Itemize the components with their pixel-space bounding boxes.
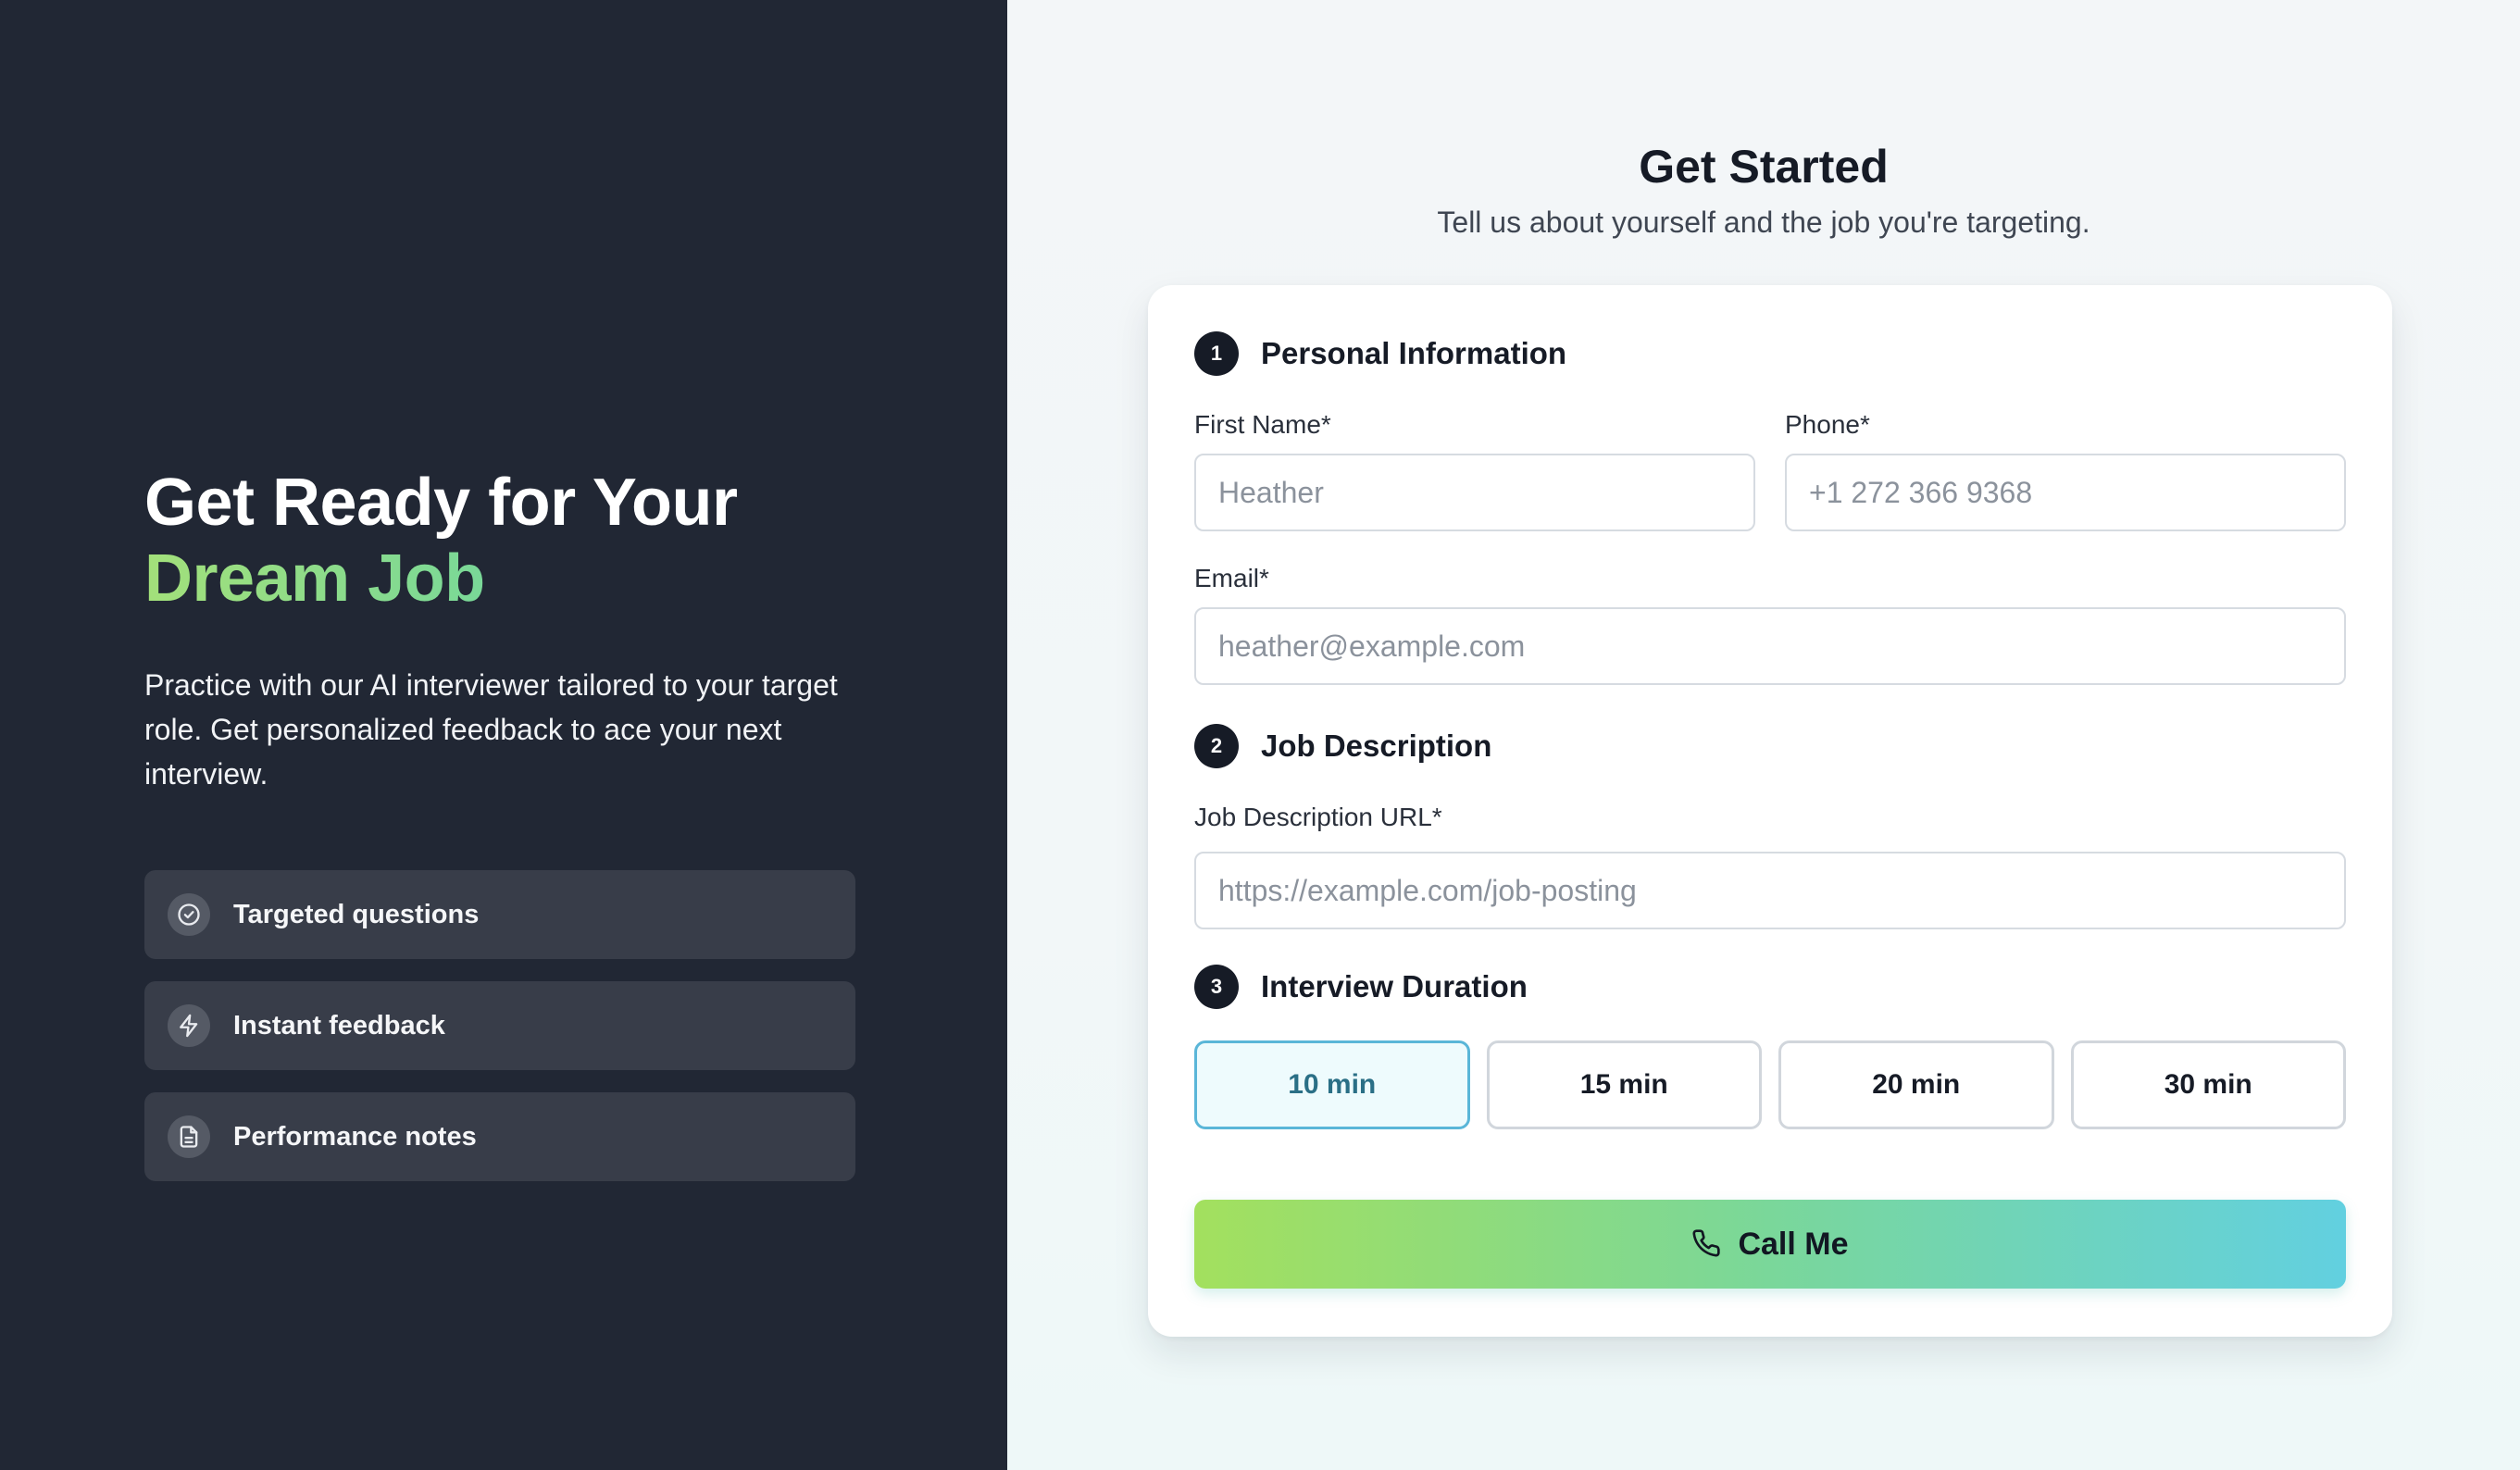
section-title: Interview Duration — [1261, 969, 1528, 1003]
duration-option-15-min[interactable]: 15 min — [1486, 1040, 1762, 1129]
phone-icon — [1691, 1228, 1721, 1261]
hero-title-line1: Get Ready for Your — [144, 466, 738, 540]
section-header: 2 Job Description — [1194, 724, 2346, 768]
form-panel: Get Started Tell us about yourself and t… — [1007, 0, 2520, 1470]
step-number-badge: 3 — [1194, 965, 1239, 1009]
phone-group: Phone* — [1785, 409, 2346, 531]
job-url-group: Job Description URL* — [1194, 802, 2346, 929]
form-subtitle: Tell us about yourself and the job you'r… — [1437, 206, 2090, 239]
section-header: 1 Personal Information — [1194, 331, 2346, 376]
email-input[interactable] — [1194, 607, 2346, 685]
step-number-badge: 1 — [1194, 331, 1239, 376]
signup-form-card: 1 Personal Information First Name* Phone… — [1148, 285, 2392, 1337]
feature-item-instant-feedback: Instant feedback — [144, 981, 855, 1070]
feature-label: Instant feedback — [233, 1010, 445, 1040]
duration-option-10-min[interactable]: 10 min — [1194, 1040, 1470, 1129]
page: Get Ready for Your Dream Job Practice wi… — [0, 0, 2520, 1470]
step-number-badge: 2 — [1194, 724, 1239, 768]
section-title: Job Description — [1261, 729, 1492, 763]
section-header: 3 Interview Duration — [1194, 965, 2346, 1009]
feature-item-performance-notes: Performance notes — [144, 1092, 855, 1181]
call-me-label: Call Me — [1738, 1226, 1849, 1262]
section-job-description: 2 Job Description Job Description URL* — [1194, 724, 2346, 929]
feature-list: Targeted questions Instant feedback Perf… — [144, 870, 867, 1181]
section-personal-information: 1 Personal Information First Name* Phone… — [1194, 331, 2346, 685]
hero-title: Get Ready for Your Dream Job — [144, 465, 867, 617]
duration-options: 10 min 15 min 20 min 30 min — [1194, 1040, 2346, 1129]
hero-panel: Get Ready for Your Dream Job Practice wi… — [0, 0, 1007, 1470]
email-group: Email* — [1194, 563, 2346, 685]
feature-label: Performance notes — [233, 1121, 477, 1152]
email-label: Email* — [1194, 564, 1269, 592]
phone-input[interactable] — [1785, 454, 2346, 531]
first-name-label: First Name* — [1194, 410, 1331, 439]
job-url-label: Job Description URL* — [1194, 803, 1442, 831]
duration-option-30-min[interactable]: 30 min — [2070, 1040, 2346, 1129]
call-me-button[interactable]: Call Me — [1194, 1200, 2346, 1289]
phone-label: Phone* — [1785, 410, 1870, 439]
section-interview-duration: 3 Interview Duration 10 min 15 min 20 mi… — [1194, 965, 2346, 1129]
lightning-icon — [168, 1004, 210, 1047]
check-circle-icon — [168, 893, 210, 936]
hero-description: Practice with our AI interviewer tailore… — [144, 668, 838, 791]
feature-item-targeted-questions: Targeted questions — [144, 870, 855, 959]
first-name-input[interactable] — [1194, 454, 1755, 531]
form-heading: Get Started Tell us about yourself and t… — [1007, 139, 2520, 241]
job-url-input[interactable] — [1194, 852, 2346, 929]
name-phone-row: First Name* Phone* — [1194, 409, 2346, 531]
hero-content: Get Ready for Your Dream Job Practice wi… — [144, 465, 867, 1181]
first-name-group: First Name* — [1194, 409, 1755, 531]
document-icon — [168, 1115, 210, 1158]
feature-label: Targeted questions — [233, 899, 480, 929]
section-title: Personal Information — [1261, 336, 1567, 370]
hero-title-highlight: Dream Job — [144, 541, 867, 617]
duration-option-20-min[interactable]: 20 min — [1778, 1040, 2054, 1129]
form-title: Get Started — [1639, 141, 1889, 193]
